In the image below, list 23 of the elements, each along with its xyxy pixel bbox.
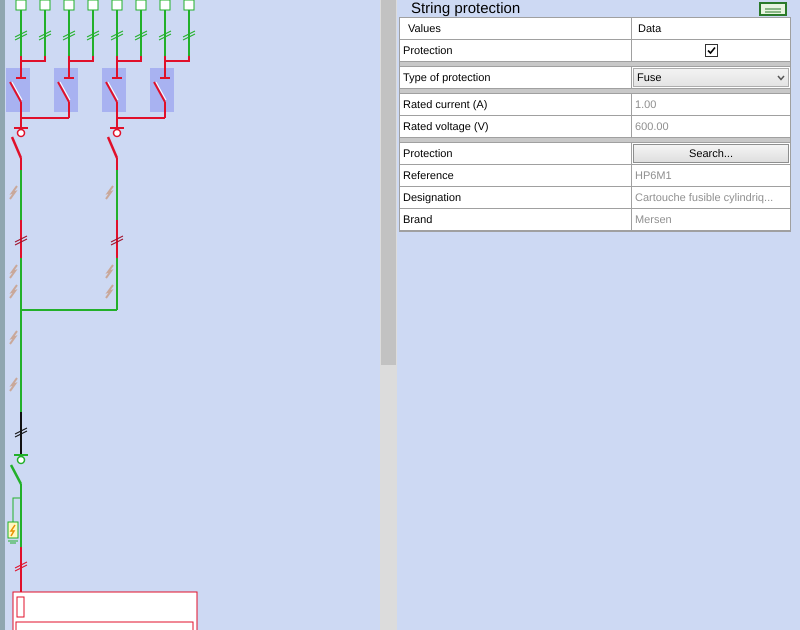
property-label: Protection — [400, 143, 632, 164]
property-label: Rated current (A) — [400, 94, 632, 115]
property-label: Brand — [400, 209, 632, 230]
value-cell-text: 1.00 — [634, 98, 658, 112]
property-label: Reference — [400, 165, 632, 186]
property-label: Type of protection — [400, 67, 632, 88]
protection-type-dropdown[interactable]: Fuse — [633, 68, 789, 87]
chevron-down-icon — [777, 74, 785, 80]
value-cell-text: Mersen — [634, 212, 673, 228]
property-label: Designation — [400, 187, 632, 208]
panel-title: String protection — [411, 0, 520, 17]
column-header: Values — [400, 18, 632, 39]
value-cell-text: Cartouche fusible cylindriq... — [634, 190, 774, 206]
value-cell-text: 600.00 — [634, 120, 670, 134]
property-label: Protection — [400, 40, 632, 61]
checkbox[interactable] — [704, 44, 718, 57]
search-button[interactable]: Search... — [633, 144, 789, 163]
property-label: Rated voltage (V) — [400, 116, 632, 137]
scrollbar[interactable] — [380, 0, 397, 630]
spreadsheet-icon[interactable] — [759, 2, 787, 16]
column-header: Data — [637, 22, 662, 36]
scrollbar-thumb[interactable] — [381, 0, 396, 365]
value-cell-text: HP6M1 — [634, 168, 673, 184]
